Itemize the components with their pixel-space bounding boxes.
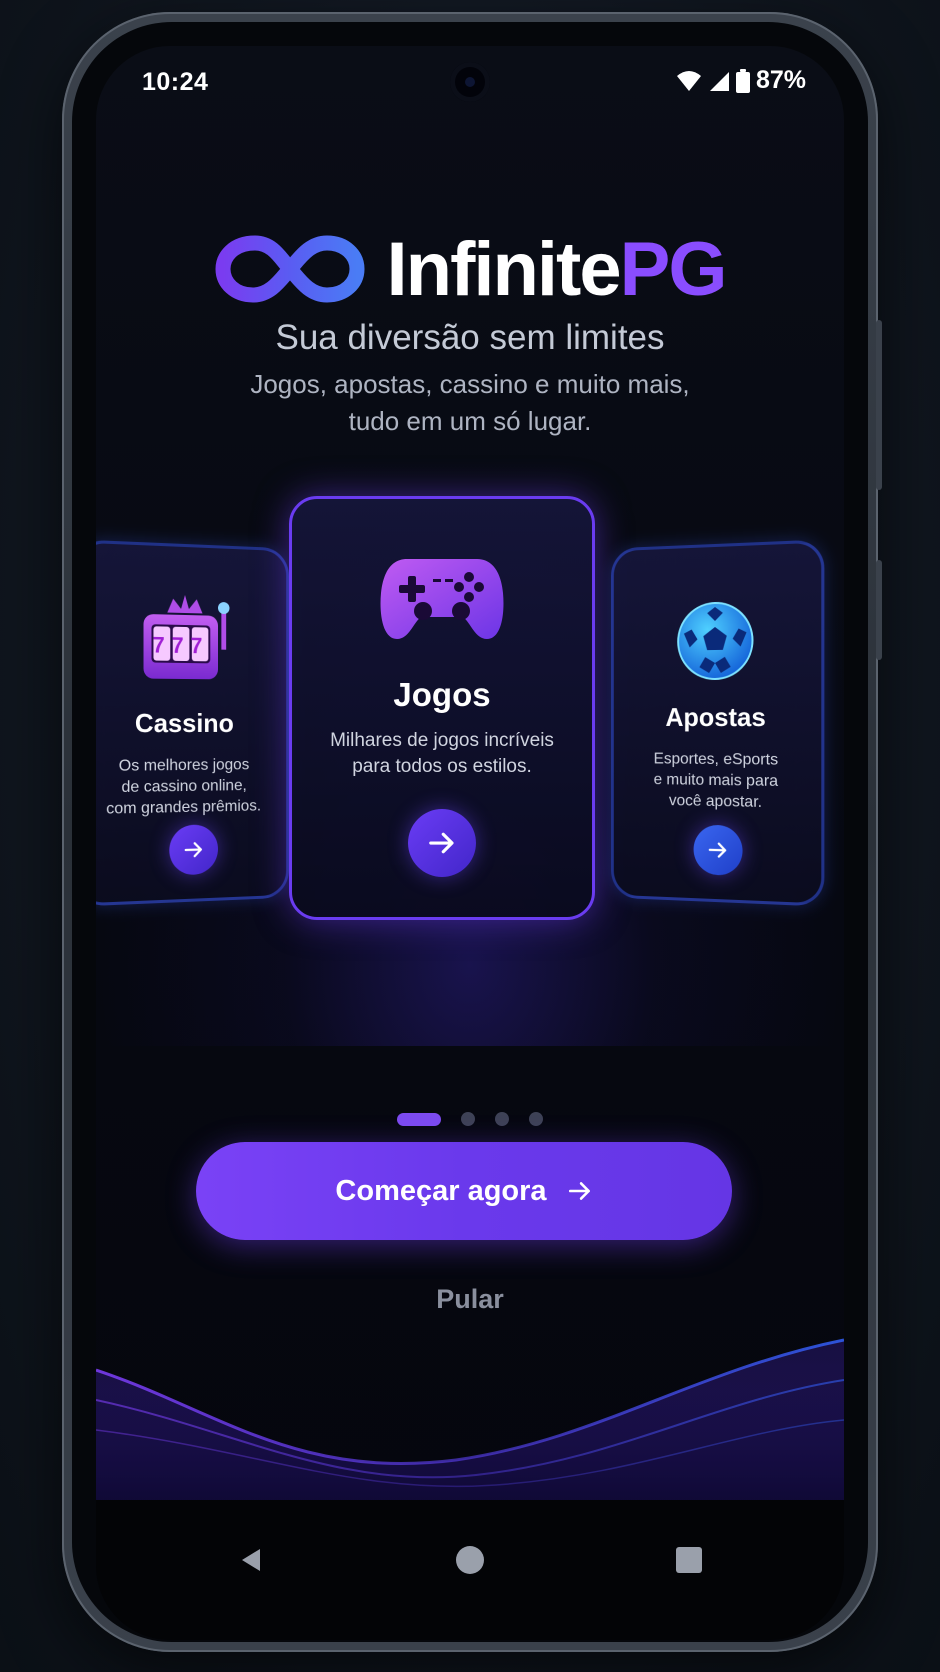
card-title: Jogos [393,676,491,713]
card-apostas[interactable]: Apostas Esportes, eSports e muito mais p… [611,539,825,907]
home-icon[interactable] [455,1545,485,1575]
card-desc-line-1: Os melhores jogos [118,756,250,775]
arrow-right-icon [183,838,204,861]
slot-digits: 777 [153,632,210,658]
back-icon[interactable] [236,1545,266,1575]
infinity-logo-icon [215,235,365,303]
front-camera [450,62,490,102]
gamepad-icon [380,559,504,639]
page-title: Sua diversão sem limites [275,318,665,357]
subtitle-line-2: tudo em um só lugar. [348,406,592,436]
brand-name-accent: PG [619,226,728,312]
arrow-right-icon [707,839,729,862]
card-desc-line-2: de cassino online, [121,777,247,797]
carousel-pagination [96,1112,844,1126]
card-jogos-arrow-button[interactable] [408,809,476,877]
card-desc-line-2: e muito mais para [653,771,779,790]
volume-button [876,560,882,660]
system-nav-bar [96,1500,844,1640]
status-time: 10:24 [142,68,209,96]
power-button [876,320,882,490]
signal-icon [709,71,729,91]
decorative-waves [96,1338,844,1500]
start-now-button[interactable]: Começar agora [196,1142,732,1240]
brand-name-main: Infinite [386,226,622,312]
brand-name: InfinitePG [386,226,728,313]
status-bar: 10:24 87% [96,46,844,126]
card-desc-line-3: com grandes prêmios. [106,797,262,818]
card-jogos[interactable]: Jogos Milhares de jogos incríveis para t… [289,496,595,920]
pagination-dot[interactable] [495,1112,509,1126]
card-apostas-arrow-button[interactable] [693,824,743,876]
battery-icon [735,68,750,93]
pagination-dot[interactable] [529,1112,543,1126]
brand-logo: InfinitePG [96,224,844,314]
card-title: Apostas [665,701,766,733]
wifi-icon [676,70,701,91]
pagination-dot-active[interactable] [397,1112,441,1126]
status-icons: 87% [676,66,806,95]
page-subtitle: Jogos, apostas, cassino e muito mais, tu… [96,366,844,440]
screen: 10:24 87% InfinitePG Sua diversão sem li… [96,46,844,1640]
arrow-right-icon [568,1182,590,1200]
arrow-right-icon [429,832,454,854]
pagination-dot[interactable] [461,1112,475,1126]
recents-icon[interactable] [674,1545,704,1575]
battery-level: 87% [755,66,806,94]
card-desc-line-2: para todos os estilos. [352,756,532,777]
soccer-ball-icon [674,598,756,684]
card-title: Cassino [134,707,234,739]
card-desc-line-1: Milhares de jogos incríveis [330,730,554,751]
slot-machine-icon: 777 [143,594,236,680]
card-cassino-arrow-button[interactable] [169,824,218,876]
subtitle-line-1: Jogos, apostas, cassino e muito mais, [250,369,690,399]
card-desc-line-3: você apostar. [668,792,763,811]
card-desc-line-1: Esportes, eSports [653,750,779,769]
card-cassino[interactable]: 777 Cassino Os melhores jogos de cassino… [96,539,289,907]
start-now-label: Começar agora [335,1174,547,1207]
